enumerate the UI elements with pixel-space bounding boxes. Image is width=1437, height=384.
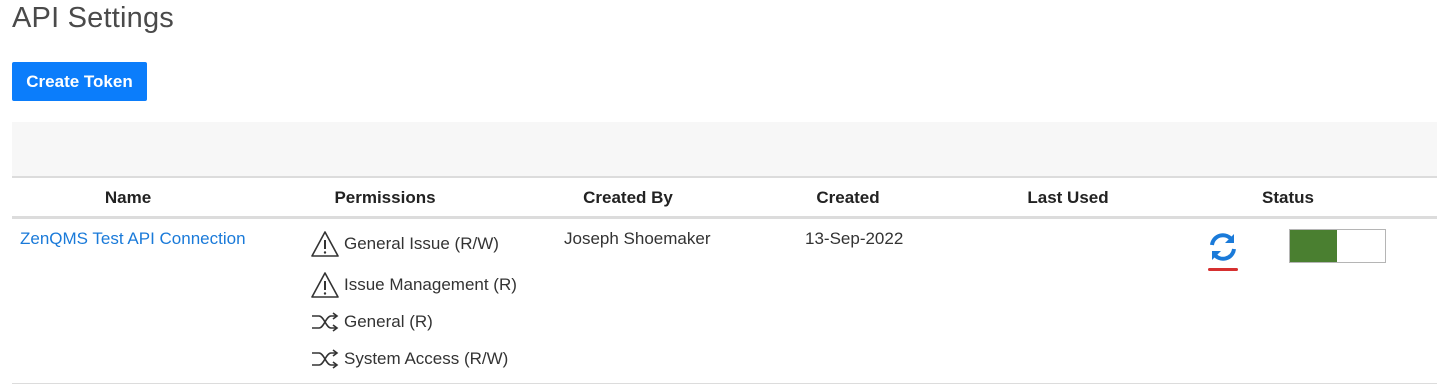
shuffle-icon <box>310 307 340 337</box>
warning-triangle-icon <box>310 229 340 259</box>
permission-label: General Issue (R/W) <box>344 234 499 253</box>
permission-label: System Access (R/W) <box>344 349 509 368</box>
regenerate-token-button[interactable] <box>1207 231 1239 275</box>
table-row: ZenQMS Test API Connection General Issue… <box>12 219 1437 384</box>
column-header-name[interactable]: Name <box>12 178 244 216</box>
refresh-underline <box>1208 268 1238 271</box>
status-toggle-on-indicator <box>1290 230 1337 262</box>
permission-label: General (R) <box>344 312 433 331</box>
table-toolbar-band <box>12 122 1437 176</box>
api-tokens-table: Name Permissions Created By Created Last… <box>12 176 1437 384</box>
table-header: Name Permissions Created By Created Last… <box>12 176 1437 219</box>
warning-triangle-icon <box>310 270 340 300</box>
column-header-created[interactable]: Created <box>748 178 948 216</box>
permission-item: Issue Management (R) <box>310 270 517 300</box>
permission-label: Issue Management (R) <box>344 275 517 294</box>
column-header-created-by[interactable]: Created By <box>528 178 728 216</box>
status-toggle[interactable] <box>1289 229 1386 263</box>
column-header-status[interactable]: Status <box>1188 178 1388 216</box>
column-header-last-used[interactable]: Last Used <box>968 178 1168 216</box>
permission-item: System Access (R/W) <box>310 344 508 374</box>
column-header-permissions[interactable]: Permissions <box>285 178 485 216</box>
permissions-cell: General Issue (R/W) Issue Management (R)… <box>310 229 550 379</box>
permission-item: General (R) <box>310 307 433 337</box>
created-date-cell: 13-Sep-2022 <box>805 229 904 248</box>
page-title: API Settings <box>12 2 174 34</box>
shuffle-icon <box>310 344 340 374</box>
refresh-icon <box>1207 231 1239 263</box>
permission-item: General Issue (R/W) <box>310 229 499 259</box>
create-token-button[interactable]: Create Token <box>12 62 147 101</box>
created-by-cell: Joseph Shoemaker <box>564 229 711 248</box>
token-name-link[interactable]: ZenQMS Test API Connection <box>20 229 246 248</box>
token-name-cell: ZenQMS Test API Connection <box>20 229 246 249</box>
